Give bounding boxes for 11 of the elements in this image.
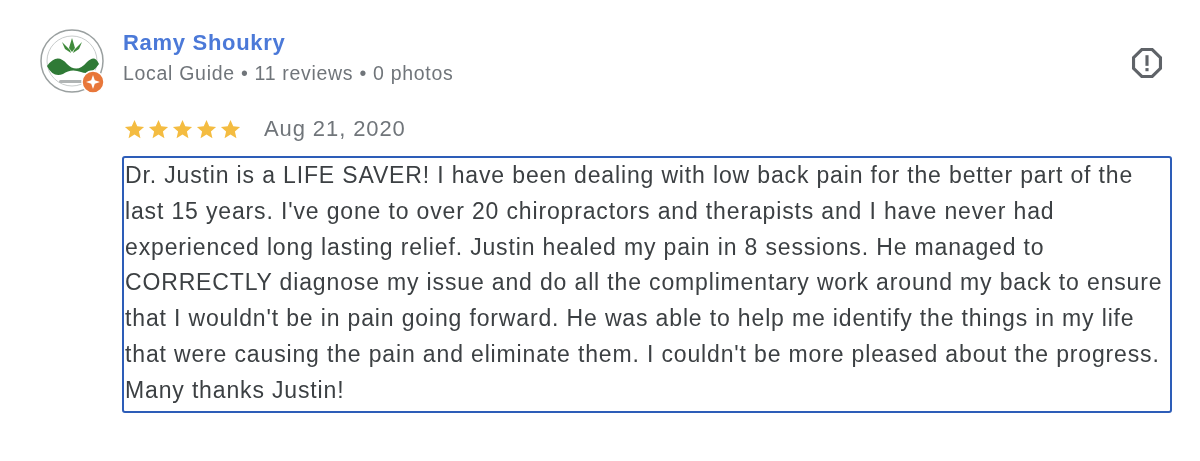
reviewer-info: Local Guide • 11 reviews • 0 photos bbox=[123, 62, 455, 85]
star-icon bbox=[171, 117, 194, 141]
star-icon bbox=[195, 117, 218, 141]
star-badge-icon bbox=[81, 70, 105, 94]
review-date: Aug 21, 2020 bbox=[264, 116, 406, 142]
report-icon[interactable] bbox=[1130, 46, 1164, 80]
star-icon bbox=[123, 117, 146, 141]
author-name-link[interactable]: Ramy Shoukry bbox=[123, 30, 1130, 56]
star-icon bbox=[147, 117, 170, 141]
star-icon bbox=[219, 117, 242, 141]
review-text: Dr. Justin is a LIFE SAVER! I have been dealing with low back pain for the better part of the last 15 years. I've gone to over 20 chiropractors and therapists and I have never had experienced long lasting relief. Justin healed my pain in 8 sessions. He managed to CORRECTLY diagnose my issue and do all the complimentary work around my back to ensure that I wouldn't be in pain going forward. He was able to help me identify the things in my life that were causing the pain and eliminate them. I couldn't be more pleased about the progress. Many thanks Justin! bbox=[122, 156, 1172, 413]
